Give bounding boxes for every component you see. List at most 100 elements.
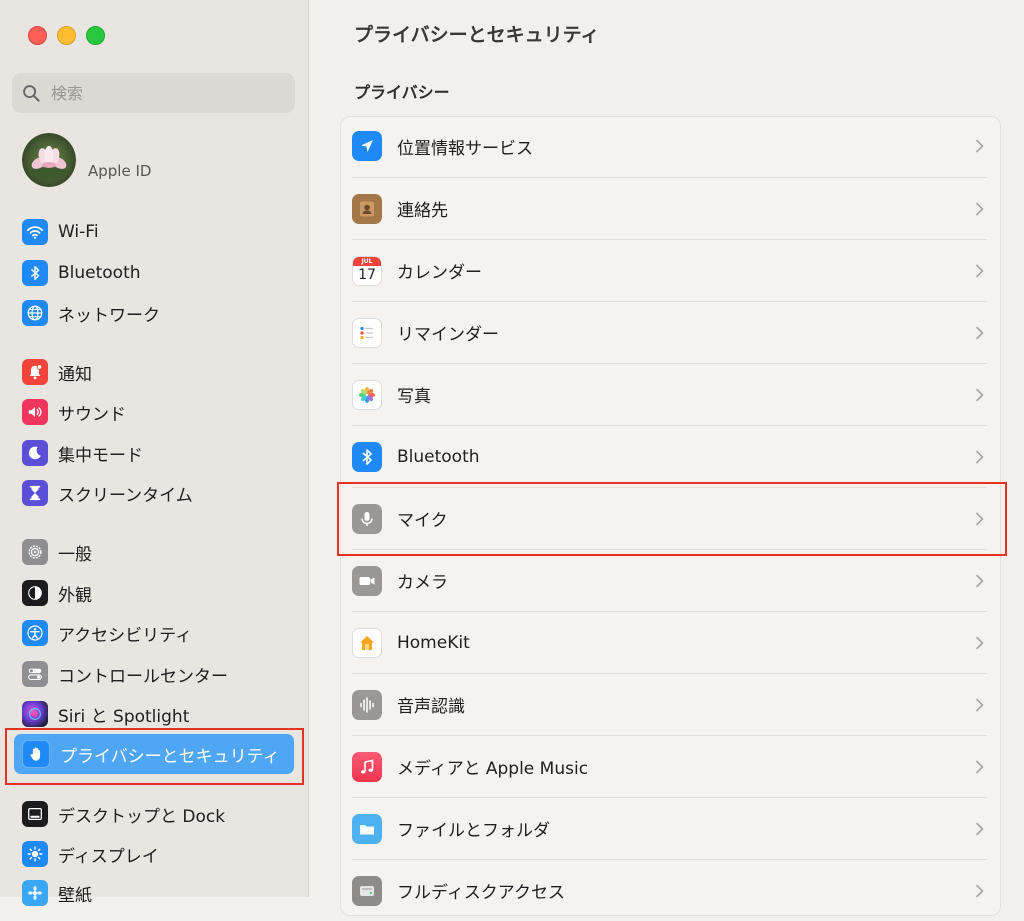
- apple-id-account[interactable]: Apple ID: [22, 133, 151, 187]
- zoom-window-button[interactable]: [86, 26, 105, 45]
- row-label: カメラ: [397, 573, 448, 593]
- chevron-right-icon: [976, 822, 984, 835]
- sidebar-item-label: コントロールセンター: [58, 666, 228, 687]
- toggles-icon: [22, 661, 48, 687]
- chevron-right-icon: [976, 450, 984, 463]
- siri-icon: [22, 701, 48, 727]
- close-window-button[interactable]: [28, 26, 47, 45]
- row-label: 音声認識: [397, 697, 465, 717]
- sidebar-item-label: プライバシーとセキュリティ: [60, 746, 280, 767]
- hand-icon: [22, 740, 50, 768]
- wifi-icon: [22, 219, 48, 245]
- privacy-row-full-disk-access[interactable]: フルディスクアクセス: [352, 859, 987, 921]
- sidebar-item-bluetooth[interactable]: Bluetooth: [14, 256, 294, 290]
- row-label: フルディスクアクセス: [397, 883, 565, 903]
- sidebar-item-network[interactable]: ネットワーク: [14, 296, 294, 330]
- page-title: プライバシーとセキュリティ: [354, 24, 600, 46]
- sidebar-item-notifications[interactable]: 通知: [14, 355, 294, 389]
- privacy-row-calendar[interactable]: JUL 17 カレンダー: [352, 239, 987, 301]
- hourglass-icon: [22, 480, 48, 506]
- sidebar-item-sound[interactable]: サウンド: [14, 395, 294, 429]
- sidebar-item-label: スクリーンタイム: [58, 485, 193, 506]
- home-icon: [352, 627, 382, 658]
- privacy-row-photos[interactable]: 写真: [352, 363, 987, 425]
- chevron-right-icon: [976, 574, 984, 587]
- sidebar-item-label: Wi-Fi: [58, 222, 99, 242]
- sidebar-item-label: 外観: [58, 585, 92, 606]
- row-label: HomeKit: [397, 632, 470, 653]
- sidebar-item-label: デスクトップと Dock: [58, 806, 226, 827]
- sidebar-item-label: ディスプレイ: [58, 846, 159, 867]
- calendar-day: 17: [358, 266, 376, 283]
- sidebar-item-wallpaper[interactable]: 壁紙: [14, 876, 294, 910]
- privacy-row-speech-recognition[interactable]: 音声認識: [352, 673, 987, 735]
- row-label: カレンダー: [397, 263, 482, 283]
- chevron-right-icon: [976, 698, 984, 711]
- sidebar-item-label: 通知: [58, 364, 92, 385]
- sidebar-item-label: Siri と Spotlight: [58, 706, 190, 727]
- avatar: [22, 133, 76, 187]
- reminders-icon: [352, 317, 382, 348]
- bluetooth-icon: [352, 441, 382, 472]
- search-icon: [23, 84, 40, 102]
- row-label: 写真: [397, 387, 431, 407]
- sidebar-item-label: 壁紙: [58, 885, 92, 906]
- privacy-row-location-services[interactable]: 位置情報サービス: [352, 115, 987, 177]
- microphone-icon: [352, 503, 382, 534]
- privacy-row-microphone[interactable]: マイク: [352, 487, 987, 549]
- chevron-right-icon: [976, 760, 984, 773]
- music-note-icon: [352, 751, 382, 782]
- sidebar-item-wifi[interactable]: Wi-Fi: [14, 215, 294, 249]
- sidebar-item-general[interactable]: 一般: [14, 535, 294, 569]
- sidebar-item-control-center[interactable]: コントロールセンター: [14, 657, 294, 691]
- privacy-row-media-apple-music[interactable]: メディアと Apple Music: [352, 735, 987, 797]
- privacy-row-files-folders[interactable]: ファイルとフォルダ: [352, 797, 987, 859]
- sidebar: Apple ID Wi-Fi Bluetooth ネットワーク 通知 サウンド: [0, 0, 309, 906]
- search-field[interactable]: [12, 73, 295, 113]
- sun-icon: [22, 841, 48, 867]
- privacy-row-camera[interactable]: カメラ: [352, 549, 987, 611]
- sidebar-item-displays[interactable]: ディスプレイ: [14, 837, 294, 871]
- chevron-right-icon: [976, 264, 984, 277]
- dock-icon: [22, 801, 48, 827]
- camera-icon: [352, 565, 382, 596]
- sidebar-item-privacy-security[interactable]: プライバシーとセキュリティ: [14, 734, 294, 774]
- chevron-right-icon: [976, 884, 984, 897]
- chevron-right-icon: [976, 388, 984, 401]
- sidebar-item-label: 一般: [58, 544, 92, 565]
- calendar-icon: JUL 17: [352, 255, 382, 286]
- chevron-right-icon: [976, 512, 984, 525]
- search-input[interactable]: [49, 82, 273, 104]
- sidebar-item-accessibility[interactable]: アクセシビリティ: [14, 616, 294, 650]
- privacy-row-reminders[interactable]: リマインダー: [352, 301, 987, 363]
- row-label: Bluetooth: [397, 446, 480, 467]
- calendar-month: JUL: [353, 256, 381, 266]
- folder-icon: [352, 813, 382, 844]
- chevron-right-icon: [976, 139, 984, 153]
- sidebar-item-siri-spotlight[interactable]: Siri と Spotlight: [14, 697, 294, 731]
- section-title: プライバシー: [354, 83, 450, 102]
- row-label: メディアと Apple Music: [397, 759, 589, 779]
- disk-icon: [352, 875, 382, 906]
- minimize-window-button[interactable]: [57, 26, 76, 45]
- chevron-right-icon: [976, 202, 984, 215]
- location-arrow-icon: [352, 131, 382, 161]
- row-label: ファイルとフォルダ: [397, 821, 550, 841]
- sidebar-item-screen-time[interactable]: スクリーンタイム: [14, 476, 294, 510]
- photos-icon: [352, 379, 382, 410]
- moon-icon: [22, 440, 48, 466]
- window-controls: [28, 26, 105, 45]
- sidebar-item-label: 集中モード: [58, 445, 143, 466]
- privacy-row-bluetooth[interactable]: Bluetooth: [352, 425, 987, 487]
- globe-icon: [22, 300, 48, 326]
- sidebar-item-focus[interactable]: 集中モード: [14, 436, 294, 470]
- privacy-row-contacts[interactable]: 連絡先: [352, 177, 987, 239]
- bell-icon: [22, 359, 48, 385]
- row-label: リマインダー: [397, 325, 499, 345]
- sidebar-item-desktop-dock[interactable]: デスクトップと Dock: [14, 797, 294, 831]
- contacts-icon: [352, 193, 382, 224]
- row-label: マイク: [397, 511, 448, 531]
- sidebar-item-appearance[interactable]: 外観: [14, 576, 294, 610]
- accessibility-icon: [22, 620, 48, 646]
- privacy-row-homekit[interactable]: HomeKit: [352, 611, 987, 673]
